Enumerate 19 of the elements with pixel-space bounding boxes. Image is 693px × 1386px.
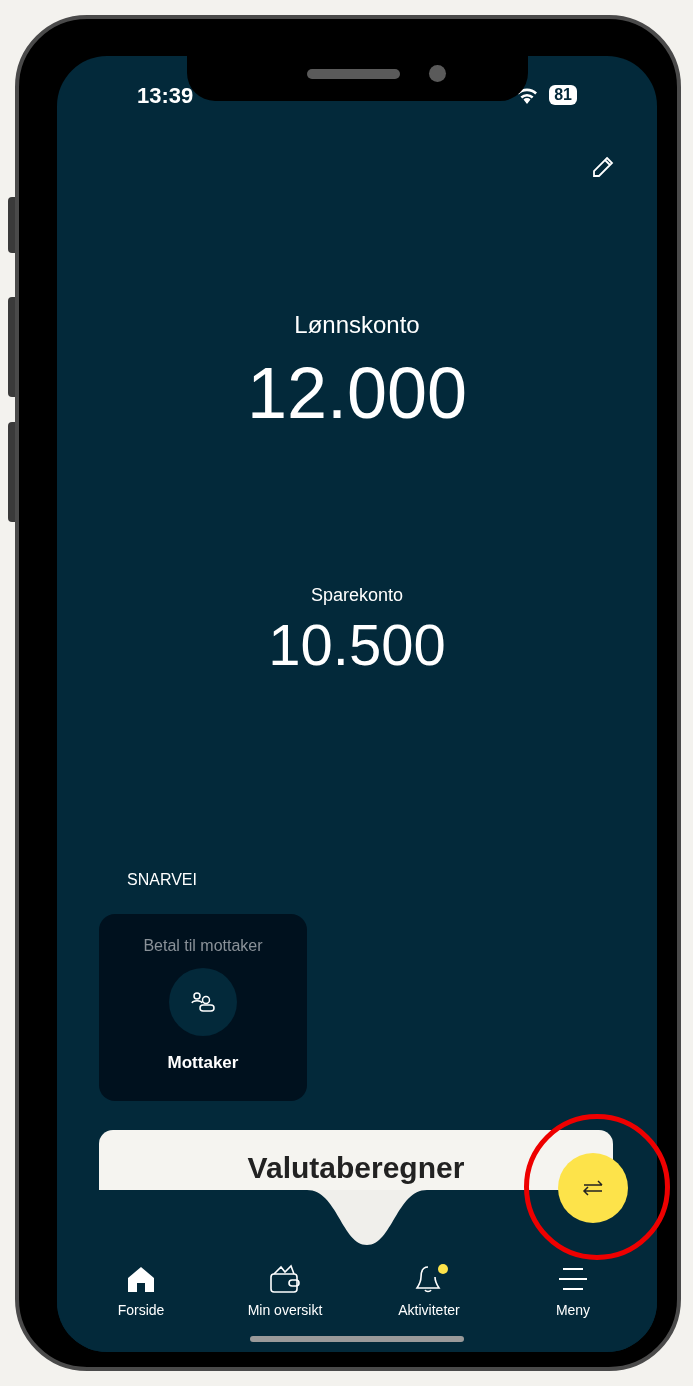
home-icon — [126, 1265, 156, 1293]
swap-arrows-icon — [582, 1179, 604, 1197]
card-title: Valutaberegner — [247, 1150, 465, 1186]
account-balance: 10.500 — [268, 613, 446, 677]
pencil-icon[interactable] — [592, 156, 614, 178]
nav-tab[interactable]: Aktiviteter — [357, 1190, 501, 1321]
calculator-card[interactable]: Valutaberegner — [99, 1130, 613, 1190]
battery-indicator: 81 — [549, 85, 577, 105]
account-name: Lønnskonto — [294, 310, 420, 340]
account-balance: 12.000 — [246, 353, 468, 433]
status-time: 13:39 — [137, 81, 194, 110]
nav-tab[interactable]: Min oversikt — [213, 1190, 357, 1321]
section-heading: SNARVEI — [127, 870, 198, 890]
people-icon — [191, 992, 215, 1012]
shortcut-card[interactable]: Betal til mottaker Mottaker — [99, 914, 307, 1101]
menu-icon — [557, 1266, 589, 1292]
account-name: Sparekonto — [310, 584, 404, 607]
wallet-icon — [269, 1264, 301, 1294]
nav-tab[interactable]: Forside — [69, 1190, 213, 1321]
